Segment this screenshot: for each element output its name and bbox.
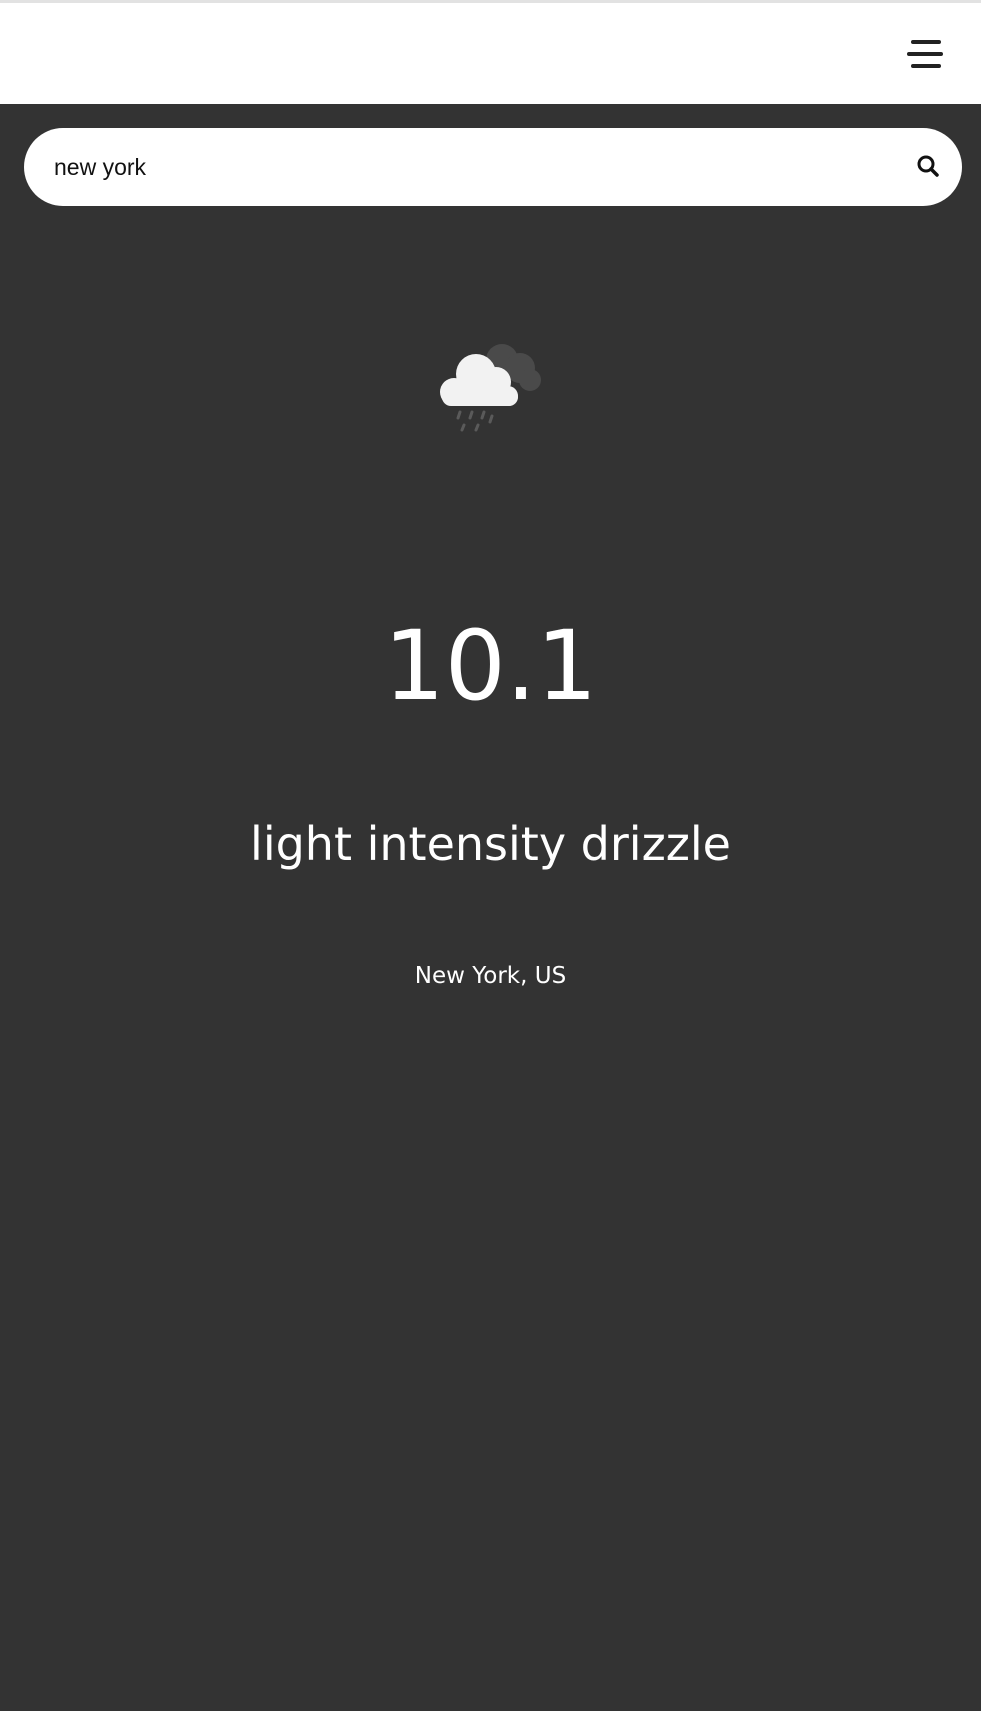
search-bar	[24, 128, 962, 206]
temperature-value: 10.1	[383, 610, 598, 722]
hamburger-menu-icon	[907, 40, 943, 68]
location-label: New York, US	[414, 963, 567, 989]
weather-icon	[430, 336, 554, 444]
weather-panel: 10.1 light intensity drizzle New York, U…	[0, 104, 981, 1711]
search-button[interactable]	[912, 150, 946, 184]
menu-button[interactable]	[905, 37, 951, 77]
cloud-drizzle-icon	[440, 344, 541, 432]
search-icon	[917, 155, 939, 177]
search-input[interactable]	[54, 142, 874, 192]
app-header	[0, 3, 981, 104]
weather-description: light intensity drizzle	[250, 817, 731, 871]
